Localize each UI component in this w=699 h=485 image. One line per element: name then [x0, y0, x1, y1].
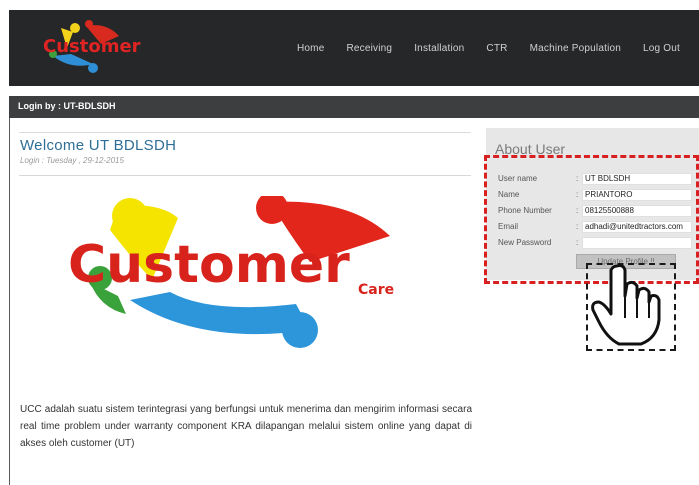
logo-big-text: Customer — [68, 235, 350, 295]
login-date: Login : Tuesday , 29-12-2015 — [20, 156, 124, 165]
nav-machine-population[interactable]: Machine Population — [530, 43, 621, 54]
main-nav: Home Receiving Installation CTR Machine … — [297, 10, 699, 86]
nav-receiving[interactable]: Receiving — [346, 43, 392, 54]
login-bar: Login by : UT-BDLSDH — [9, 96, 699, 118]
nav-home[interactable]: Home — [297, 43, 324, 54]
customer-logo[interactable]: Customer — [31, 18, 141, 78]
app-description: UCC adalah suatu sistem terintegrasi yan… — [20, 404, 472, 449]
nav-logout[interactable]: Log Out — [643, 43, 680, 54]
site-header: Customer Home Receiving Installation CTR… — [9, 10, 699, 86]
content-top-divider — [19, 132, 471, 133]
page-title: Welcome UT BDLSDH — [20, 137, 177, 154]
svg-text:Customer: Customer — [43, 36, 141, 57]
nav-installation[interactable]: Installation — [414, 43, 464, 54]
customer-care-logo-image: Customer Care — [68, 196, 394, 348]
pointing-hand-cursor-icon — [591, 264, 661, 346]
content-left-border — [9, 118, 10, 485]
logo-small-text: Care — [358, 282, 394, 298]
nav-ctr[interactable]: CTR — [486, 43, 507, 54]
login-status: Login by : UT-BDLSDH — [18, 101, 116, 111]
title-divider — [19, 175, 471, 176]
